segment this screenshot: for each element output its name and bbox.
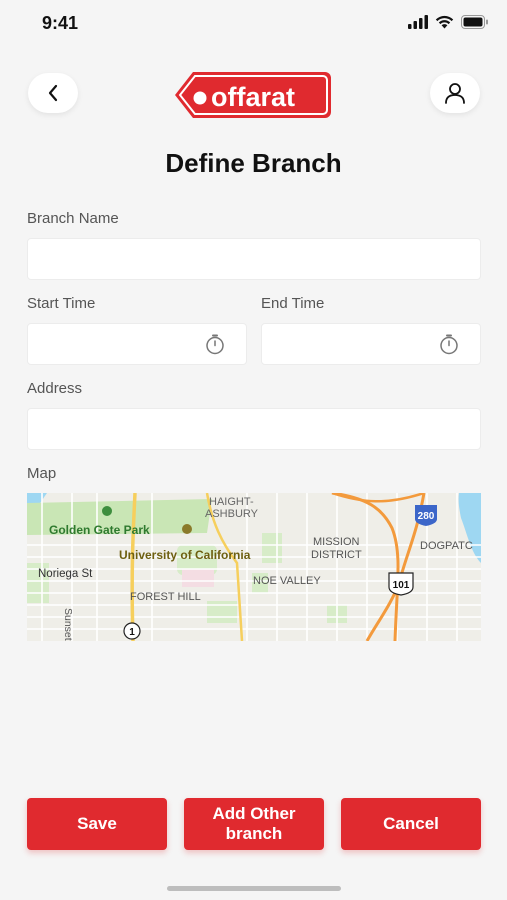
user-icon xyxy=(445,83,465,104)
map-label-dogpatch: DOGPATC xyxy=(420,540,473,552)
map-label-university: University of California xyxy=(119,548,251,562)
map-label-haight: HAIGHT-ASHBURY xyxy=(205,496,259,520)
hwy-1-shield: 1 xyxy=(123,622,141,640)
chevron-left-icon xyxy=(48,84,58,102)
branch-name-input[interactable] xyxy=(27,238,481,280)
map-label-golden-gate-park: Golden Gate Park xyxy=(49,523,150,537)
page-title: Define Branch xyxy=(165,148,342,178)
map-label-noe-valley: NOE VALLEY xyxy=(253,575,321,587)
address-input[interactable] xyxy=(27,408,481,450)
svg-text:101: 101 xyxy=(393,580,410,591)
signal-icon xyxy=(408,15,428,29)
battery-icon xyxy=(461,15,488,29)
cancel-button[interactable]: Cancel xyxy=(341,798,481,850)
logo-text: offarat xyxy=(211,82,295,112)
map-view[interactable]: 280 101 1 HAIGHT-ASHBURY Golden Gate Par… xyxy=(27,493,481,641)
stopwatch-icon[interactable] xyxy=(204,333,226,355)
address-label: Address xyxy=(27,380,83,397)
start-time-label: Start Time xyxy=(27,295,96,312)
branch-name-label: Branch Name xyxy=(27,210,119,227)
map-label-noriega: Noriega St xyxy=(38,568,93,580)
campus-area xyxy=(182,569,214,587)
home-indicator xyxy=(167,886,341,891)
map-label-forest-hill: FOREST HILL xyxy=(130,591,201,603)
university-pin-icon xyxy=(182,524,192,534)
hwy-101-shield: 101 xyxy=(388,572,414,596)
park-area xyxy=(262,533,282,563)
map-label: Map xyxy=(27,465,57,482)
park-pin-icon xyxy=(102,506,112,516)
hwy-280-shield: 280 xyxy=(415,505,437,526)
wifi-icon xyxy=(435,15,454,29)
back-button[interactable] xyxy=(28,73,78,113)
map-label-sunset-blvd: Sunset Blvd xyxy=(62,608,74,641)
status-bar: 9:41 xyxy=(0,0,507,48)
save-button[interactable]: Save xyxy=(27,798,167,850)
offarat-logo: offarat xyxy=(175,72,331,118)
status-icons xyxy=(408,15,489,29)
status-time: 9:41 xyxy=(42,13,79,33)
svg-text:280: 280 xyxy=(418,511,435,522)
map-canvas[interactable]: 280 101 1 HAIGHT-ASHBURY Golden Gate Par… xyxy=(27,493,481,641)
profile-button[interactable] xyxy=(430,73,480,113)
map-label-mission: MISSION DISTRICT xyxy=(311,536,362,561)
end-time-label: End Time xyxy=(261,295,325,312)
svg-text:1: 1 xyxy=(129,627,135,638)
add-other-branch-button[interactable]: Add Other branch xyxy=(184,798,324,850)
stopwatch-icon[interactable] xyxy=(438,333,460,355)
